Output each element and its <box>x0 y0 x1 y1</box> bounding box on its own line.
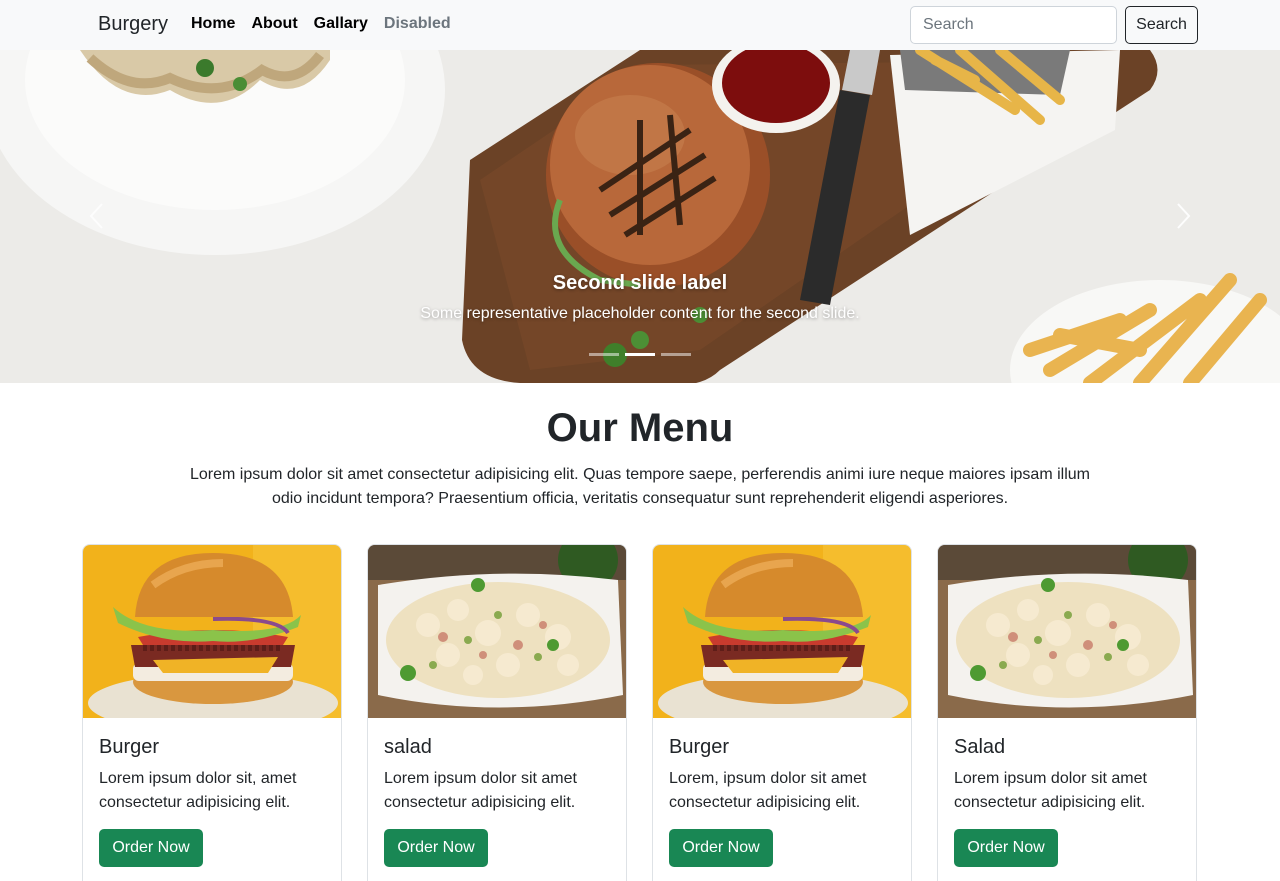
search-input[interactable] <box>910 6 1117 44</box>
menu-lead: Lorem ipsum dolor sit amet consectetur a… <box>190 466 1090 507</box>
nav-link-disabled: Disabled <box>383 15 451 32</box>
order-now-button[interactable]: Order Now <box>954 829 1058 867</box>
search-button[interactable]: Search <box>1125 6 1198 44</box>
carousel-indicator-1[interactable] <box>589 353 619 356</box>
order-now-button[interactable]: Order Now <box>99 829 203 867</box>
brand-link[interactable]: Burgery <box>98 13 168 36</box>
nav-link-about[interactable]: About <box>251 15 297 33</box>
carousel-caption-title: Second slide label <box>552 272 728 294</box>
carousel-caption-text: Some representative placeholder content … <box>420 305 860 322</box>
carousel-indicator-2[interactable] <box>625 353 655 356</box>
carousel-prev-button[interactable] <box>76 190 116 242</box>
menu-card: salad Lorem ipsum dolor sit amet consect… <box>367 544 627 881</box>
menu-card: Burger Lorem, ipsum dolor sit amet conse… <box>652 544 912 881</box>
navbar: Burgery Home About Gallary Disabled Sear… <box>0 0 1280 50</box>
carousel-indicators <box>589 353 691 356</box>
salad-image <box>368 545 626 718</box>
card-text: Lorem, ipsum dolor sit amet consectetur … <box>669 770 867 811</box>
card-title: Burger <box>99 736 160 758</box>
nav-link-gallary[interactable]: Gallary <box>314 15 368 33</box>
chevron-right-icon <box>1177 203 1191 229</box>
burger-image <box>83 545 341 718</box>
nav-link-home[interactable]: Home <box>191 15 235 33</box>
carousel-caption: Second slide label Some representative p… <box>0 272 1280 323</box>
card-text: Lorem ipsum dolor sit, amet consectetur … <box>99 770 297 811</box>
salad-image <box>938 545 1196 718</box>
card-title: Salad <box>954 736 1006 758</box>
order-now-button[interactable]: Order Now <box>384 829 488 867</box>
card-title: Burger <box>669 736 730 758</box>
card-title: salad <box>384 736 432 758</box>
menu-card: Salad Lorem ipsum dolor sit amet consect… <box>937 544 1197 881</box>
carousel-indicator-3[interactable] <box>661 353 691 356</box>
carousel-slide-image <box>0 50 1280 383</box>
carousel-next-button[interactable] <box>1164 190 1204 242</box>
chevron-left-icon <box>89 203 103 229</box>
card-text: Lorem ipsum dolor sit amet consectetur a… <box>384 770 577 811</box>
hero-carousel: Second slide label Some representative p… <box>0 50 1280 383</box>
card-text: Lorem ipsum dolor sit amet consectetur a… <box>954 770 1147 811</box>
menu-card: Burger Lorem ipsum dolor sit, amet conse… <box>82 544 342 881</box>
nav-links: Home About Gallary Disabled <box>191 15 451 33</box>
burger-image <box>653 545 911 718</box>
menu-title: Our Menu <box>546 406 734 450</box>
order-now-button[interactable]: Order Now <box>669 829 773 867</box>
